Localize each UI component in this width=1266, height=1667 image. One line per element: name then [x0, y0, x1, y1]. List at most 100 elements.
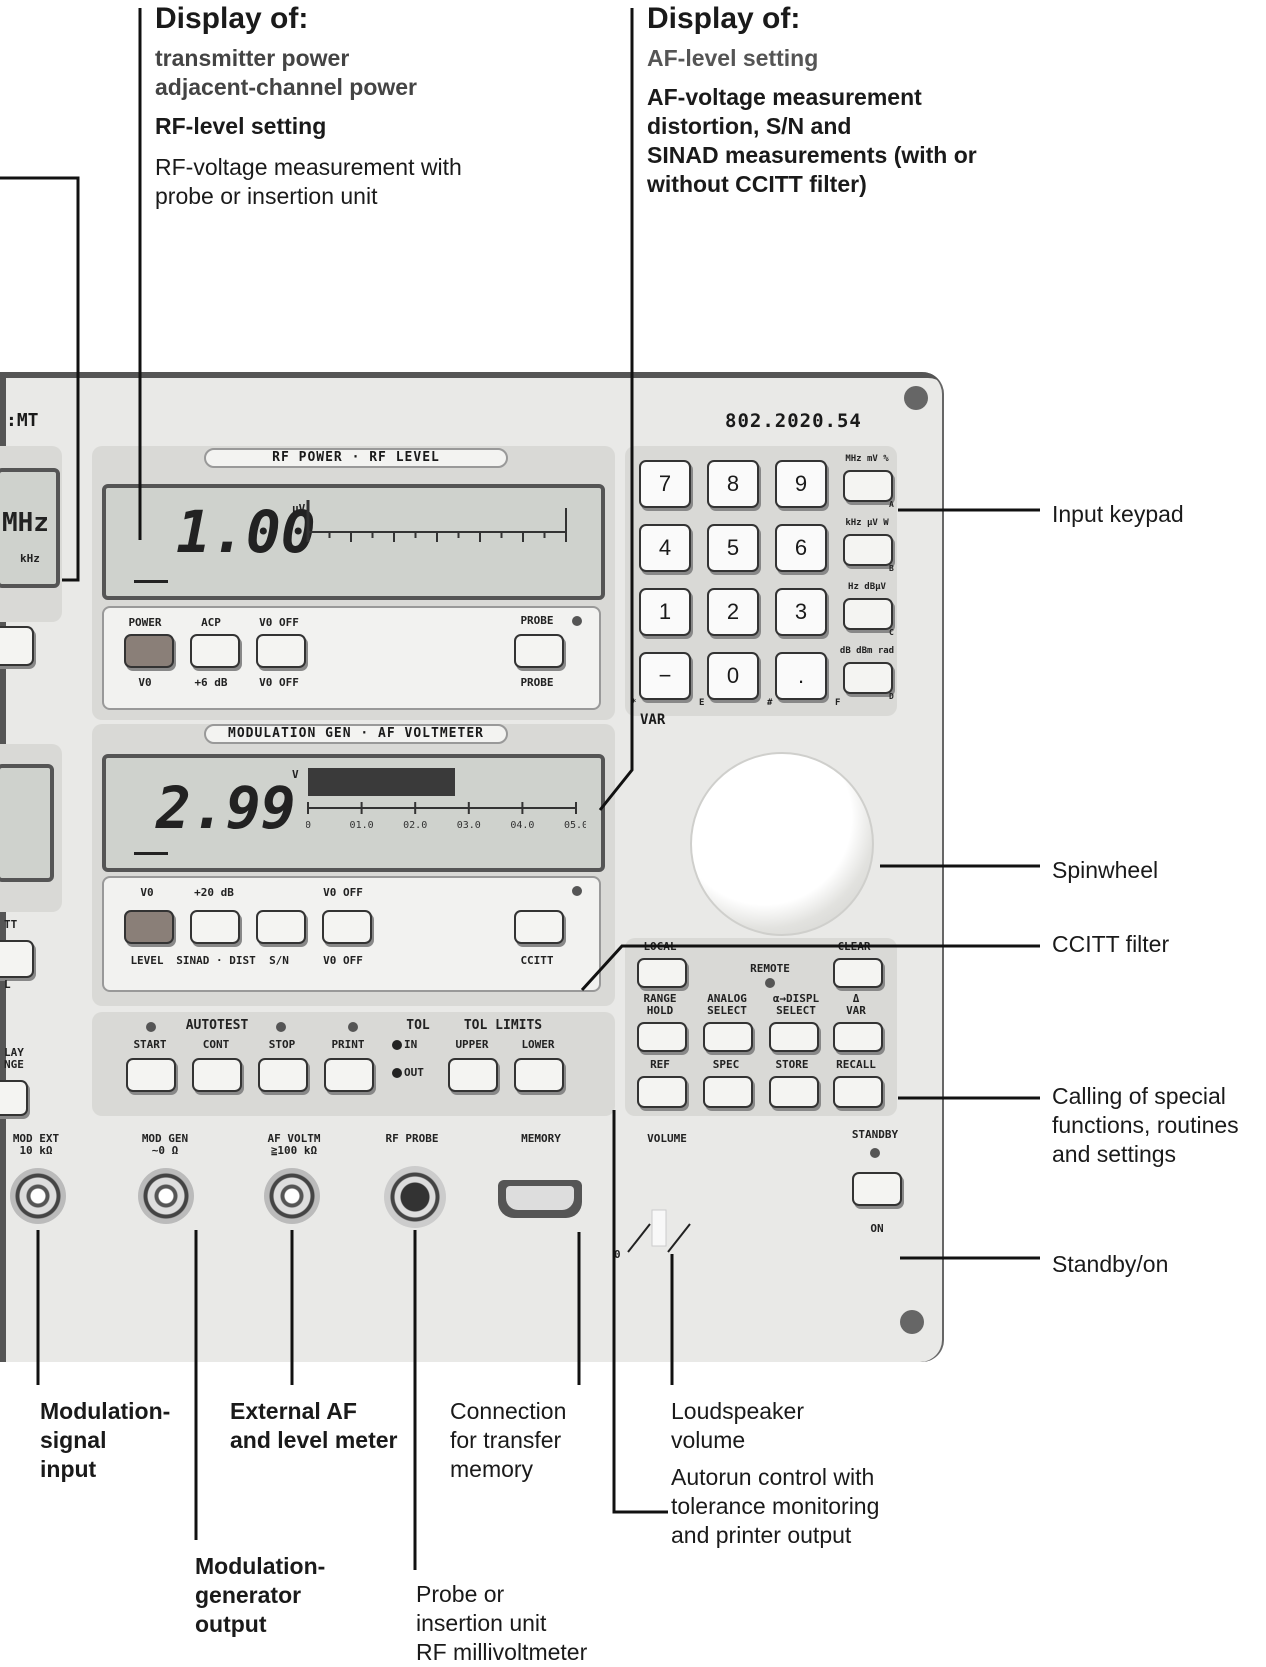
standby-label: STANDBY — [851, 1128, 899, 1141]
unit-key-label: dB dBm rad — [839, 646, 895, 656]
keypad-key-2-2[interactable]: 3 — [775, 588, 827, 636]
local-label: LOCAL — [643, 940, 677, 953]
keypad-key-3-1[interactable]: 0 — [707, 652, 759, 700]
callout-line: Autorun control with — [671, 1464, 875, 1490]
af-v0off-bottom-label: V0 OFF — [323, 954, 363, 967]
range-hold-button[interactable] — [637, 1022, 687, 1052]
keypad-key-0-2[interactable]: 9 — [775, 460, 827, 508]
spinwheel[interactable] — [690, 752, 874, 936]
right-display-line3: distortion, S/N and — [647, 113, 852, 139]
unit-key-button[interactable] — [843, 534, 893, 566]
af-scale-tick-label: 0 — [306, 820, 311, 831]
keypad-key-3-0[interactable]: − — [639, 652, 691, 700]
recall-label: RECALL — [836, 1058, 876, 1071]
stop-button[interactable] — [258, 1058, 308, 1092]
keypad-panel: 7 8 9 MHz mV % A 4 5 6 kHz µV W B 1 2 3 Hz dBµV C −0. dB… — [625, 446, 897, 716]
autotest-title: AUTOTEST — [185, 1018, 249, 1033]
power-button[interactable] — [124, 634, 174, 668]
level-bottom-label: LEVEL — [130, 954, 164, 967]
left-fragment-button-2[interactable] — [0, 940, 34, 978]
volume-slider[interactable] — [620, 1202, 700, 1262]
tol-out-led — [392, 1068, 402, 1078]
mod-ext-connector[interactable] — [10, 1168, 66, 1224]
print-led — [348, 1022, 358, 1032]
screw-icon — [900, 1310, 924, 1334]
af-reading: 2.99 — [156, 774, 296, 842]
probe-top-label: PROBE — [520, 614, 554, 627]
ccitt-button[interactable] — [514, 910, 564, 944]
keypad-key-1-0[interactable]: 4 — [639, 524, 691, 572]
print-button[interactable] — [324, 1058, 374, 1092]
af-v0off-button[interactable] — [322, 910, 372, 944]
upper-button[interactable] — [448, 1058, 498, 1092]
sinad-dist-button[interactable] — [190, 910, 240, 944]
keypad-key-2-0[interactable]: 1 — [639, 588, 691, 636]
sn-bottom-label: S/N — [269, 954, 289, 967]
displ-select-button[interactable] — [769, 1022, 819, 1052]
left-fragment-panel: MHz kHz — [0, 446, 62, 622]
ref-button[interactable] — [637, 1076, 687, 1108]
keypad-key-3-2[interactable]: . — [775, 652, 827, 700]
v0off-button[interactable] — [256, 634, 306, 668]
keypad-key-1-1[interactable]: 5 — [707, 524, 759, 572]
v0off-top-label: V0 OFF — [259, 616, 299, 629]
standby-on-button[interactable] — [852, 1172, 902, 1206]
af-scale-tick-label: 05.0 — [564, 820, 586, 831]
lower-button[interactable] — [514, 1058, 564, 1092]
level-button[interactable] — [124, 910, 174, 944]
acp-button[interactable] — [190, 634, 240, 668]
keypad-key-0-0[interactable]: 7 — [639, 460, 691, 508]
sn-button[interactable] — [256, 910, 306, 944]
callout-line: Loudspeaker — [671, 1398, 804, 1424]
remote-label: REMOTE — [750, 962, 790, 975]
tol-label: TOL — [406, 1018, 430, 1033]
rf-probe-label: RF PROBE — [385, 1132, 439, 1145]
keypad-sub-label: * — [631, 698, 637, 708]
af-scale-tick-label: 04.0 — [510, 820, 534, 831]
start-button[interactable] — [126, 1058, 176, 1092]
connection-memory-callout: Connection for transfer memory — [450, 1397, 566, 1484]
remote-led — [765, 978, 775, 988]
spec-button[interactable] — [703, 1076, 753, 1108]
right-display-line2: AF-voltage measurement — [647, 84, 922, 110]
callout-line: insertion unit — [416, 1610, 547, 1636]
store-button[interactable] — [769, 1076, 819, 1108]
unit-key-letter: C — [889, 628, 894, 637]
mod-gen-connector[interactable] — [138, 1168, 194, 1224]
unit-key-label: Hz dBµV — [848, 582, 886, 592]
unit-key-button[interactable] — [843, 662, 893, 694]
cont-button[interactable] — [192, 1058, 242, 1092]
spec-label: SPEC — [712, 1058, 740, 1071]
local-button[interactable] — [637, 958, 687, 988]
acp-bottom-label: +6 dB — [194, 676, 228, 689]
af-unit: V — [292, 768, 299, 781]
autorun-control-callout: Autorun control with tolerance monitorin… — [671, 1463, 879, 1550]
range-hold-label-2: HOLD — [646, 1004, 674, 1017]
analog-select-button[interactable] — [703, 1022, 753, 1052]
display-range-button[interactable] — [0, 1080, 28, 1116]
clear-label: CLEAR — [837, 940, 871, 953]
left-display-line1: transmitter power — [155, 45, 350, 71]
keypad-key-0-1[interactable]: 8 — [707, 460, 759, 508]
callout-line: Modulation- — [195, 1553, 326, 1579]
probe-button[interactable] — [514, 634, 564, 668]
memory-connector[interactable] — [498, 1180, 582, 1218]
unit-key-button[interactable] — [843, 470, 893, 502]
delta-var-label-2: VAR — [846, 1004, 866, 1017]
keypad-key-1-2[interactable]: 6 — [775, 524, 827, 572]
unit-key-button[interactable] — [843, 598, 893, 630]
instrument-front-panel: :MT 802.2020.54 MHz kHz TT L LAY NGE RF … — [0, 372, 944, 1362]
left-fragment-button[interactable] — [0, 626, 34, 666]
delta-var-button[interactable] — [833, 1022, 883, 1052]
keypad-key-2-1[interactable]: 2 — [707, 588, 759, 636]
rf-probe-connector[interactable] — [384, 1166, 446, 1228]
unit-key-label: MHz mV % — [845, 454, 889, 464]
unit-key-label: kHz µV W — [845, 518, 889, 528]
callout-line: and level meter — [230, 1427, 398, 1453]
ref-label: REF — [650, 1058, 670, 1071]
clear-button[interactable] — [833, 958, 883, 988]
recall-button[interactable] — [833, 1076, 883, 1108]
lower-label: LOWER — [521, 1038, 555, 1051]
special-functions-callout: Calling of special functions, routines a… — [1052, 1082, 1239, 1169]
af-voltm-connector[interactable] — [264, 1168, 320, 1224]
